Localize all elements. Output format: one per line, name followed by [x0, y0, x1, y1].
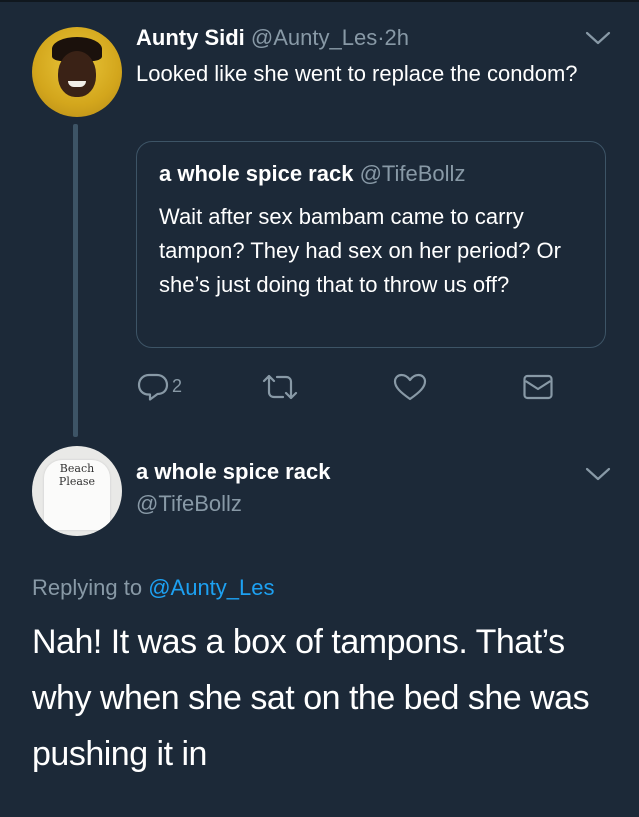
envelope-icon[interactable]	[522, 372, 554, 402]
tweet1-author-handle[interactable]: @Aunty_Les	[251, 25, 377, 50]
tweet-thread-page: Aunty Sidi @Aunty_Les·2h Looked like she…	[0, 0, 639, 817]
top-divider	[0, 0, 639, 2]
quoted-author-handle: @TifeBollz	[359, 161, 466, 186]
reply-icon[interactable]	[136, 372, 170, 402]
replying-to-mention[interactable]: @Aunty_Les	[148, 575, 274, 600]
tweet1-author-name[interactable]: Aunty Sidi	[136, 25, 245, 50]
reply-count: 2	[172, 376, 183, 396]
tweet2-author-handle[interactable]: @TifeBollz	[136, 490, 242, 518]
heart-icon[interactable]	[392, 372, 428, 402]
avatar-aunty-sidi[interactable]	[32, 27, 122, 117]
tweet1-separator: ·	[377, 25, 385, 50]
tweet1-text: Looked like she went to replace the cond…	[136, 61, 578, 86]
quoted-tweet-text: Wait after sex bambam came to carry tamp…	[159, 204, 561, 297]
quoted-tweet-card[interactable]: a whole spice rack @TifeBollz Wait after…	[136, 141, 606, 348]
thread-connector-line	[73, 124, 78, 437]
tweet1-timestamp[interactable]: 2h	[385, 25, 409, 50]
quoted-tweet-header: a whole spice rack @TifeBollz	[159, 160, 465, 188]
chevron-down-icon[interactable]	[585, 466, 611, 482]
avatar-face	[58, 51, 96, 97]
replying-to-label: Replying to	[32, 575, 143, 600]
chevron-down-icon[interactable]	[585, 30, 611, 46]
tweet2-text: Nah! It was a box of tampons. That’s why…	[32, 623, 590, 773]
retweet-icon[interactable]	[260, 372, 300, 402]
tweet2-author-name[interactable]: a whole spice rack	[136, 458, 330, 486]
avatar-shirt-text: Beach Please	[58, 462, 96, 488]
avatar-whole-spice-rack[interactable]: Beach Please	[32, 446, 122, 536]
tweet1-header: Aunty Sidi @Aunty_Les·2h	[136, 24, 409, 52]
replying-to-line: Replying to @Aunty_Les	[32, 574, 275, 602]
quoted-author-name: a whole spice rack	[159, 161, 354, 186]
